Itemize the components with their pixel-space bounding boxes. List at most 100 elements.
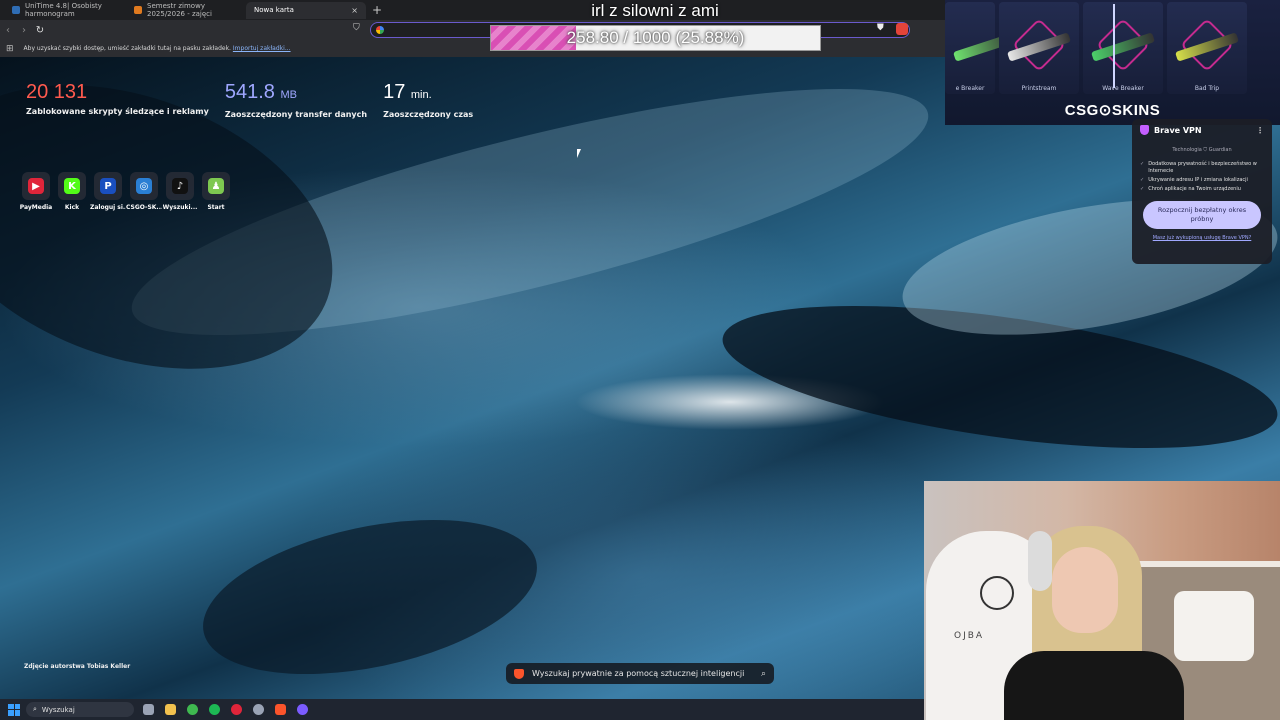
vpn-subtitle: Technologia ⛉ Guardian [1172, 147, 1232, 153]
mouse-cursor-icon [577, 149, 581, 158]
vpn-shield-icon [1140, 125, 1149, 135]
forward-icon[interactable]: › [16, 25, 32, 36]
ai-search-placeholder: Wyszukaj prywatnie za pomocą sztucznej i… [532, 669, 745, 678]
reload-icon[interactable]: ↻ [32, 25, 48, 36]
google-icon [376, 26, 384, 34]
shortcut-kick[interactable]: K Kick [56, 172, 88, 211]
opera-icon[interactable] [228, 702, 244, 718]
brave-shields-icon[interactable]: ⛊ [877, 23, 884, 33]
close-tab-icon[interactable]: × [351, 6, 358, 15]
xbox-icon[interactable] [184, 702, 200, 718]
shortcut-paypal[interactable]: P Zaloguj si... [90, 172, 126, 211]
shortcut-tile: ▶ [22, 172, 50, 200]
skin-card: Wave Breaker [1083, 2, 1163, 94]
stat-blocked-trackers: 20 131 Zablokowane skrypty śledzące i re… [26, 80, 209, 119]
more-options-icon[interactable]: ⋮ [1256, 126, 1264, 135]
vpn-card-header: Brave VPN ⋮ [1140, 125, 1264, 135]
wallpaper-dark-ridge [189, 493, 551, 699]
search-icon[interactable]: ⌕ [761, 669, 766, 679]
tiktok-icon: ♪ [172, 178, 188, 194]
vpn-feature: ✓ Chroń aplikacje na Twoim urządzeniu [1140, 186, 1264, 193]
brave-lion-icon [514, 668, 524, 679]
brave-icon[interactable] [272, 702, 288, 718]
discord-icon[interactable] [294, 702, 310, 718]
stat-unit: min. [410, 89, 432, 101]
stat-value: 541.8 [224, 81, 275, 103]
semestr-favicon-icon [134, 6, 142, 14]
start-free-trial-button[interactable]: Rozpocznij bezpłatny okres próbny [1143, 201, 1261, 229]
new-tab-button[interactable]: + [372, 3, 382, 17]
csgo-skins-icon: ◎ [136, 178, 152, 194]
stat-value: 20 131 [26, 81, 88, 103]
webcam-person-face [1052, 547, 1118, 633]
import-bookmarks-link[interactable]: Importuj zakładki... [233, 45, 291, 52]
windows-taskbar: ⌕ Wyszukaj [0, 699, 924, 720]
shortcut-tile: ♪ [166, 172, 194, 200]
stat-label: Zablokowane skrypty śledzące i reklamy [26, 107, 209, 116]
carousel-selector-marker [1113, 4, 1115, 88]
donation-goal-text: 258.80 / 1000 (25.88%) [566, 28, 745, 47]
chair-skull-logo-icon [980, 576, 1014, 610]
shortcut-csgo-skins[interactable]: ◎ CSGO-SK... [126, 172, 162, 211]
shortcut-paymedia[interactable]: ▶ PayMedia [20, 172, 52, 211]
tab-label: Nowa karta [254, 6, 294, 14]
bookmarks-hint-text: Aby uzyskać szybki dostęp, umieść zakład… [23, 45, 231, 52]
bookmark-icon[interactable]: ⛉ [353, 23, 360, 33]
stat-time-saved: 17 min. Zaoszczędzony czas [383, 80, 473, 119]
vpn-feature-text: Chroń aplikacje na Twoim urządzeniu [1148, 186, 1241, 192]
headphones-icon [1028, 531, 1052, 591]
shortcut-tile: ♟ [202, 172, 230, 200]
file-explorer-icon[interactable] [162, 702, 178, 718]
vpn-feature: ✓ Ukrywanie adresu IP i zmiana lokalizacj… [1140, 177, 1264, 184]
csgo-skins-banner: e Breaker Printstream Wave Breaker Bad T… [945, 0, 1280, 125]
stat-value-line: 17 min. [383, 80, 473, 107]
tab-new-tab[interactable]: Nowa karta × [246, 1, 366, 19]
paymedia-icon: ▶ [28, 178, 44, 194]
tab-strip: UniTime 4.8| Osobisty harmonogram Semest… [0, 0, 945, 20]
vpn-title: Brave VPN [1154, 125, 1202, 135]
vpn-feature: ✓ Dodatkowa prywatność i bezpieczeństwo w… [1140, 161, 1264, 175]
shortcut-tile: P [94, 172, 122, 200]
paypal-icon: P [100, 178, 116, 194]
webcam-pillow [1174, 591, 1254, 661]
skin-name: Bad Trip [1194, 85, 1220, 92]
windows-start-icon[interactable] [8, 703, 20, 716]
back-icon[interactable]: ‹ [0, 25, 16, 36]
check-icon: ✓ [1140, 186, 1145, 192]
stat-value-line: 20 131 [26, 80, 209, 104]
skin-name: Printstream [1021, 85, 1057, 92]
photo-credit[interactable]: Zdjęcie autorstwa Tobias Keller [24, 663, 130, 670]
tab-label: UniTime 4.8| Osobisty harmonogram [25, 2, 102, 18]
stat-label: Zaoszczędzony transfer danych [224, 110, 368, 119]
skin-card: Printstream [999, 2, 1079, 94]
ai-search-box[interactable]: Wyszukaj prywatnie za pomocą sztucznej i… [506, 663, 774, 684]
chrome-icon[interactable] [250, 702, 266, 718]
brave-rewards-icon[interactable] [896, 23, 908, 35]
shortcut-tiktok[interactable]: ♪ Wyszuki... [162, 172, 198, 211]
apps-grid-icon[interactable]: ⊞ [6, 44, 14, 54]
top-sites-shortcuts: ▶ PayMedia K Kick P Zaloguj si... ◎ CSGO… [20, 172, 232, 211]
shortcut-label: CSGO-SK... [126, 204, 162, 211]
brave-vpn-card: Brave VPN ⋮ Technologia ⛉ Guardian ✓ Doda… [1132, 119, 1272, 264]
spotify-icon[interactable] [206, 702, 222, 718]
tab-label: Semestr zimowy 2025/2026 - zajęci [147, 2, 212, 18]
shortcut-tile: ◎ [130, 172, 158, 200]
search-icon: ⌕ [33, 705, 37, 713]
tab-unitime[interactable]: UniTime 4.8| Osobisty harmonogram [4, 2, 126, 19]
stat-value: 17 [383, 81, 406, 103]
already-purchased-link[interactable]: Masz już wykupioną usługę Brave VPN? [1140, 235, 1264, 241]
shortcut-label: Start [207, 204, 225, 211]
stat-bandwidth-saved: 541.8 MB Zaoszczędzony transfer danych [225, 80, 367, 119]
task-view-icon[interactable] [140, 702, 156, 718]
shortcut-start[interactable]: ♟ Start [200, 172, 232, 211]
stat-label: Zaoszczędzony czas [383, 110, 474, 119]
skin-name: Wave Breaker [1102, 85, 1144, 92]
start-icon: ♟ [208, 178, 224, 194]
taskbar-search[interactable]: ⌕ Wyszukaj [26, 702, 134, 717]
privacy-stats: 20 131 Zablokowane skrypty śledzące i re… [26, 80, 473, 119]
shortcut-label: Wyszuki... [162, 204, 198, 211]
vpn-feature-text: Dodatkowa prywatność i bezpieczeństwo w … [1148, 161, 1257, 174]
skin-card: e Breaker [945, 2, 1017, 94]
tab-semestr[interactable]: Semestr zimowy 2025/2026 - zajęci [126, 2, 246, 19]
bookmarks-bar-hint: Aby uzyskać szybki dostęp, umieść zakład… [24, 45, 291, 52]
